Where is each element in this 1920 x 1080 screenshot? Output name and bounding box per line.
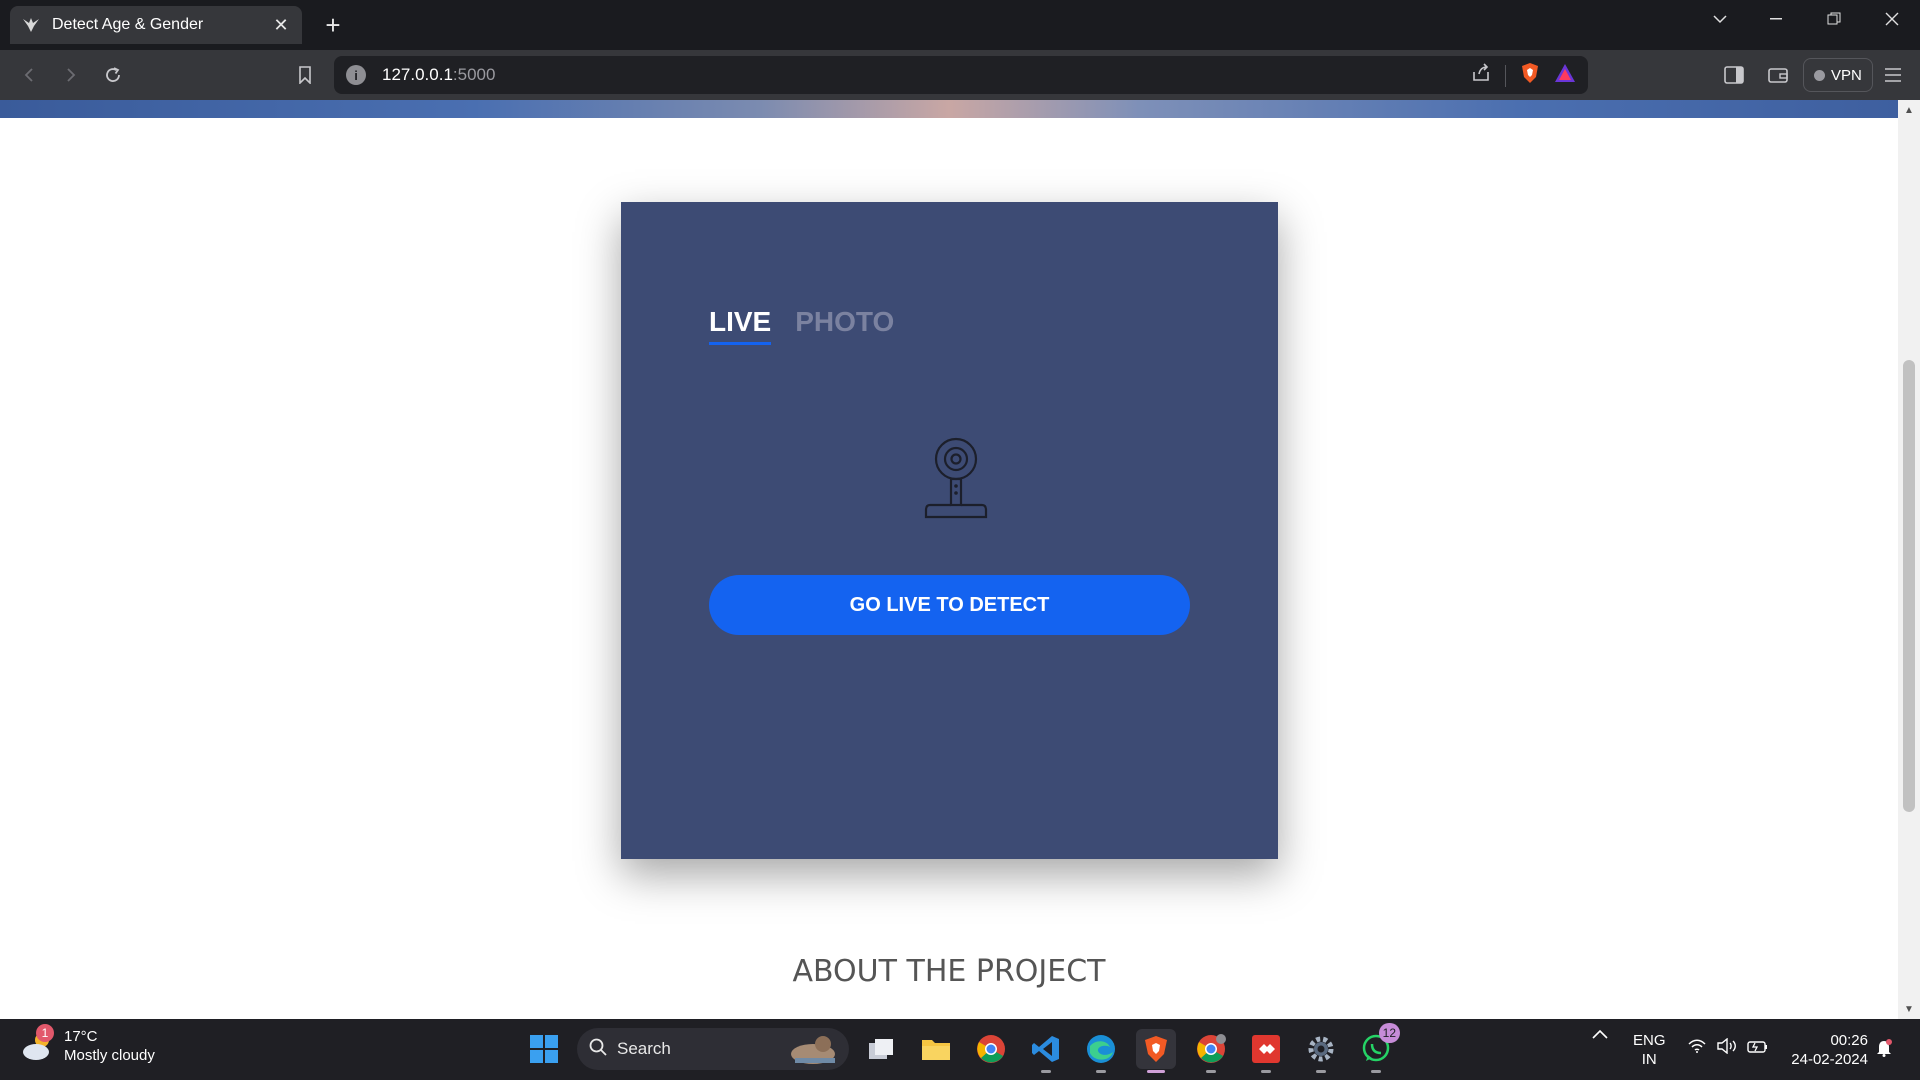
cloud-sun-icon: 1 (20, 1024, 56, 1064)
running-indicator (1041, 1070, 1051, 1073)
vpn-status-icon (1814, 69, 1825, 81)
temperature: 17°C (64, 1028, 98, 1045)
omnibox-divider (1505, 64, 1506, 87)
language-indicator[interactable]: ENG IN (1633, 1031, 1666, 1069)
address-bar[interactable]: i 127.0.0.1 :5000 (334, 56, 1588, 94)
notification-bell-icon[interactable] (1876, 1039, 1892, 1057)
vpn-button[interactable]: VPN (1803, 58, 1873, 92)
wifi-icon[interactable] (1688, 1039, 1706, 1053)
vscode-icon[interactable] (1026, 1029, 1066, 1073)
url-port: :5000 (452, 65, 496, 84)
reload-button[interactable] (98, 60, 128, 90)
search-icon (589, 1038, 607, 1061)
tab-search-chevron-icon[interactable] (1692, 0, 1748, 38)
webcam-icon (924, 437, 988, 519)
lang-bottom: IN (1641, 1051, 1657, 1068)
system-clock[interactable]: 00:26 24-02-2024 (1780, 1031, 1868, 1069)
tab-live[interactable]: LIVE (709, 306, 772, 345)
share-icon[interactable] (1471, 63, 1491, 88)
search-highlight-icon (787, 1032, 839, 1071)
tab-title: Detect Age & Gender (52, 16, 204, 33)
settings-gear-icon[interactable] (1301, 1029, 1341, 1073)
weather-badge: 1 (36, 1024, 54, 1042)
chrome-profile-icon[interactable] (1191, 1029, 1231, 1073)
anydesk-icon[interactable] (1246, 1029, 1286, 1073)
tab-photo[interactable]: PHOTO (795, 306, 894, 345)
whatsapp-icon[interactable]: 12 (1356, 1023, 1400, 1073)
close-tab-icon[interactable]: ✕ (270, 14, 292, 36)
sidebar-toggle-icon[interactable] (1719, 60, 1749, 90)
windows-taskbar: 1 17°C Mostly cloudy Search 12 ENG IN 00… (0, 1019, 1920, 1080)
scroll-down-icon[interactable]: ▼ (1898, 1001, 1920, 1017)
brave-shields-icon[interactable] (1520, 62, 1540, 89)
restore-button[interactable] (1806, 0, 1862, 38)
mode-tabs: LIVE PHOTO (709, 306, 894, 345)
brave-taskbar-icon[interactable] (1136, 1029, 1176, 1073)
running-indicator (1096, 1070, 1106, 1073)
about-heading: ABOUT THE PROJECT (792, 954, 1106, 989)
start-button[interactable] (524, 1029, 564, 1069)
site-info-icon[interactable]: i (346, 65, 366, 85)
tray-overflow-icon[interactable] (1592, 1029, 1608, 1039)
brave-rewards-icon[interactable] (1554, 63, 1576, 88)
lang-top: ENG (1633, 1032, 1666, 1049)
minimize-button[interactable] (1748, 0, 1804, 38)
scroll-up-icon[interactable]: ▲ (1898, 102, 1920, 118)
edge-icon[interactable] (1081, 1029, 1121, 1073)
back-button[interactable] (14, 60, 44, 90)
detect-card: LIVE PHOTO GO LIVE TO DETECT (621, 202, 1278, 859)
whatsapp-badge: 12 (1378, 1023, 1400, 1043)
wallet-icon[interactable] (1763, 60, 1793, 90)
file-explorer-icon[interactable] (916, 1029, 956, 1069)
close-window-button[interactable] (1864, 0, 1920, 38)
go-live-button[interactable]: GO LIVE TO DETECT (709, 575, 1190, 635)
bookmark-icon[interactable] (290, 60, 320, 90)
new-tab-button[interactable]: + (318, 10, 348, 40)
battery-icon[interactable] (1747, 1038, 1769, 1054)
page-scrollbar[interactable]: ▲ ▼ (1898, 100, 1920, 1019)
clock-time: 00:26 (1830, 1032, 1868, 1049)
active-indicator (1147, 1070, 1165, 1073)
taskbar-search[interactable]: Search (577, 1028, 849, 1070)
running-indicator (1261, 1070, 1271, 1073)
chrome-icon[interactable] (971, 1029, 1011, 1069)
running-indicator (1371, 1070, 1381, 1073)
weather-widget[interactable]: 1 17°C Mostly cloudy (20, 1024, 155, 1065)
search-label: Search (617, 1039, 671, 1058)
volume-icon[interactable] (1717, 1038, 1737, 1054)
browser-tab-active[interactable]: Detect Age & Gender ✕ (10, 6, 302, 44)
browser-toolbar: i 127.0.0.1 :5000 VPN (0, 50, 1920, 100)
page-viewport: LIVE PHOTO GO LIVE TO DETECT ABOUT THE P… (0, 100, 1920, 1019)
bird-favicon-icon (20, 14, 42, 36)
weather-condition: Mostly cloudy (64, 1047, 155, 1064)
forward-button[interactable] (56, 60, 86, 90)
url-host: 127.0.0.1 (382, 65, 453, 84)
task-view-icon[interactable] (861, 1029, 901, 1069)
running-indicator (1316, 1070, 1326, 1073)
hero-image-edge (0, 100, 1898, 118)
menu-icon[interactable] (1878, 60, 1908, 90)
clock-date: 24-02-2024 (1791, 1051, 1868, 1068)
running-indicator (1206, 1070, 1216, 1073)
vpn-label: VPN (1831, 66, 1862, 84)
browser-tabstrip: Detect Age & Gender ✕ + (0, 0, 1920, 50)
scroll-thumb[interactable] (1903, 360, 1915, 812)
